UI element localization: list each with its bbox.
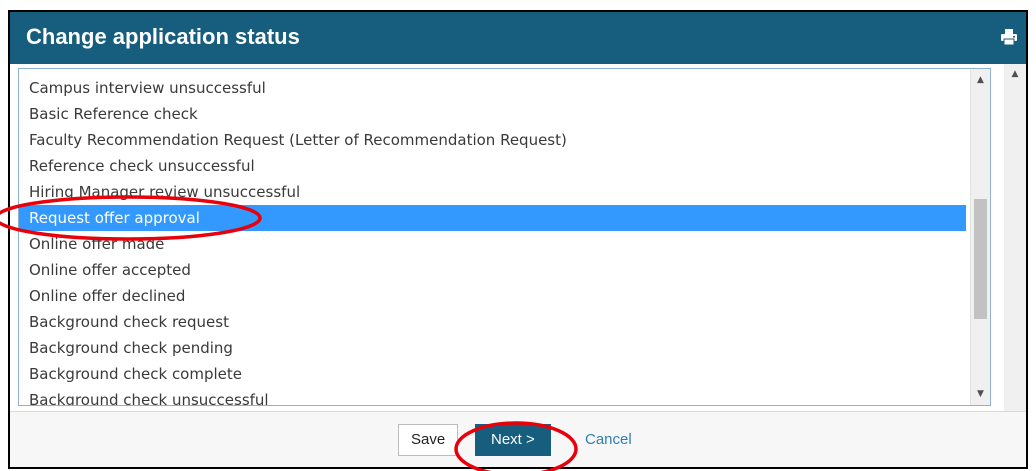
- save-button[interactable]: Save: [398, 424, 459, 456]
- list-item[interactable]: Faculty Recommendation Request (Letter o…: [19, 127, 966, 153]
- list-item[interactable]: Campus interview unsuccessful: [19, 75, 966, 101]
- dialog-scrollbar[interactable]: ▲: [1004, 64, 1026, 411]
- list-item[interactable]: Background check complete: [19, 361, 966, 387]
- cancel-link[interactable]: Cancel: [585, 424, 632, 456]
- list-item[interactable]: Background check pending: [19, 335, 966, 361]
- listbox-scrollbar[interactable]: ▲ ▼: [970, 69, 990, 405]
- dialog-title: Change application status: [26, 24, 300, 49]
- dialog-header: Change application status: [10, 12, 1026, 64]
- printer-icon[interactable]: [1000, 28, 1018, 46]
- dialog-footer: Save Next > Cancel: [10, 411, 1026, 467]
- scroll-up-arrow-icon[interactable]: ▲: [971, 71, 990, 89]
- list-item[interactable]: Background check request: [19, 309, 966, 335]
- dialog-scroll-up-arrow-icon[interactable]: ▲: [1004, 66, 1026, 82]
- scroll-thumb[interactable]: [974, 199, 987, 319]
- status-options: Campus interview unsuccessful Basic Refer…: [19, 75, 966, 405]
- list-item[interactable]: Reference check unsuccessful: [19, 153, 966, 179]
- list-item[interactable]: Hiring Manager review unsuccessful: [19, 179, 966, 205]
- scroll-down-arrow-icon[interactable]: ▼: [971, 385, 990, 403]
- list-item[interactable]: Online offer accepted: [19, 257, 966, 283]
- list-item[interactable]: Online offer declined: [19, 283, 966, 309]
- list-item[interactable]: Online offer made: [19, 231, 966, 257]
- list-item-selected[interactable]: Request offer approval: [19, 205, 966, 231]
- list-item[interactable]: Basic Reference check: [19, 101, 966, 127]
- list-item[interactable]: Background check unsuccessful: [19, 387, 966, 405]
- status-listbox[interactable]: Campus interview unsuccessful Basic Refer…: [18, 68, 991, 406]
- change-status-dialog: Change application status Campus intervi…: [8, 10, 1028, 469]
- next-button[interactable]: Next >: [475, 424, 551, 456]
